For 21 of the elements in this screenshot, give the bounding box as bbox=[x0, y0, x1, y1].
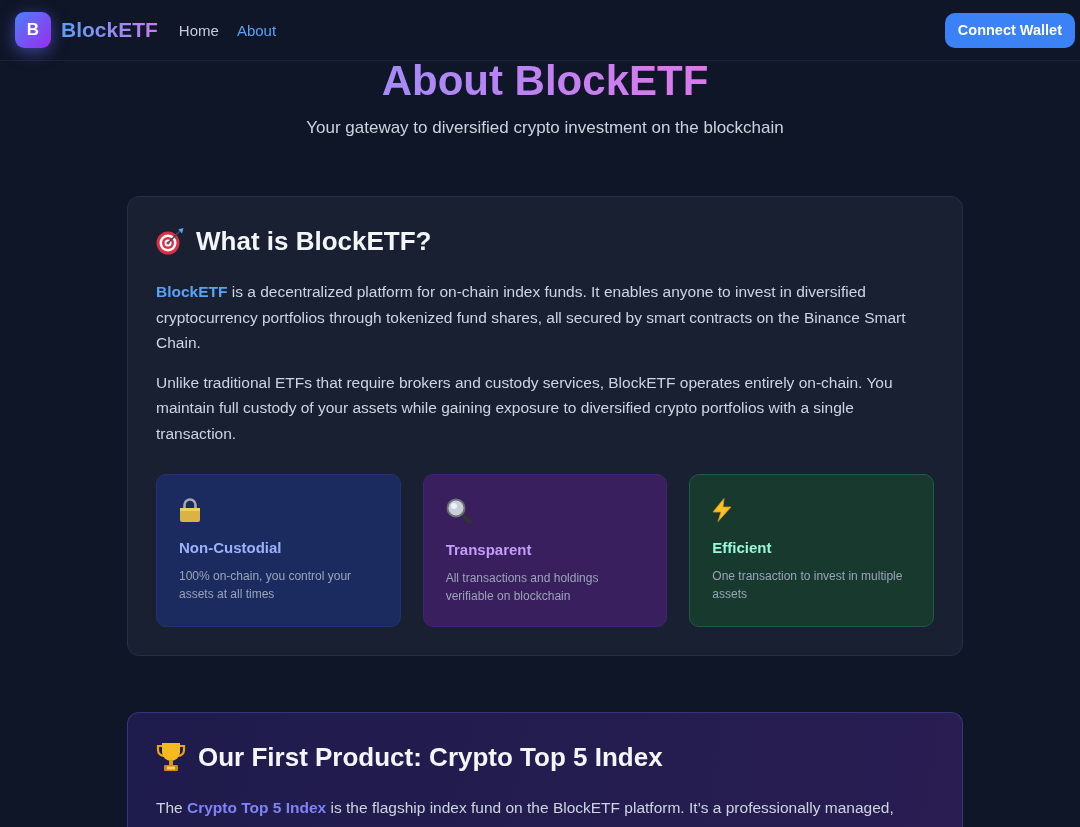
body-text: BlockETF is a decentralized platform for on-chain index funds. It enables anyone to invest in diversified cryptocurrency portfolios through tokenized fund shares, all secured by smart contracts on the Binance Smart Chain. bbox=[156, 282, 907, 353]
feature-description: 100% on-chain, you control your assets at all times bbox=[179, 568, 353, 603]
logo-mark: B bbox=[15, 12, 51, 48]
body-text: Unlike traditional ETFs that require brokers and custody services, BlockETF operates entirely on-chain. You maintain full custody of your assets while gaining exposure to diversified crypto portfolios with a single transaction. bbox=[156, 372, 894, 444]
feature-title: Non-Custodial bbox=[179, 538, 283, 558]
connect-wallet-button[interactable]: Connect Wallet bbox=[944, 12, 1075, 48]
body-text: The Crypto Top 5 Index is the flagship index fund on the BlockETF platform. It’s a professionally managed, bbox=[156, 798, 895, 818]
section-heading: Our First Product: Crypto Top 5 Index bbox=[198, 741, 663, 773]
page-subtitle: Your gateway to diversified crypto investment on the blockchain bbox=[306, 117, 784, 139]
feature-description: All transactions and holdings verifiable on blockchain bbox=[445, 570, 600, 605]
trophy-icon bbox=[156, 742, 186, 772]
target-icon bbox=[156, 227, 184, 255]
nav-link[interactable]: Home bbox=[178, 21, 219, 39]
lock-icon bbox=[179, 498, 201, 522]
feature-title: Transparent bbox=[445, 540, 533, 560]
section-heading: What is BlockETF? bbox=[196, 225, 432, 257]
feature-description: One transaction to invest in multiple assets bbox=[712, 568, 904, 603]
lightning-icon bbox=[712, 498, 733, 522]
nav-link[interactable]: About bbox=[236, 21, 277, 39]
feature-title: Efficient bbox=[712, 538, 773, 558]
magnifier-icon bbox=[445, 498, 472, 524]
